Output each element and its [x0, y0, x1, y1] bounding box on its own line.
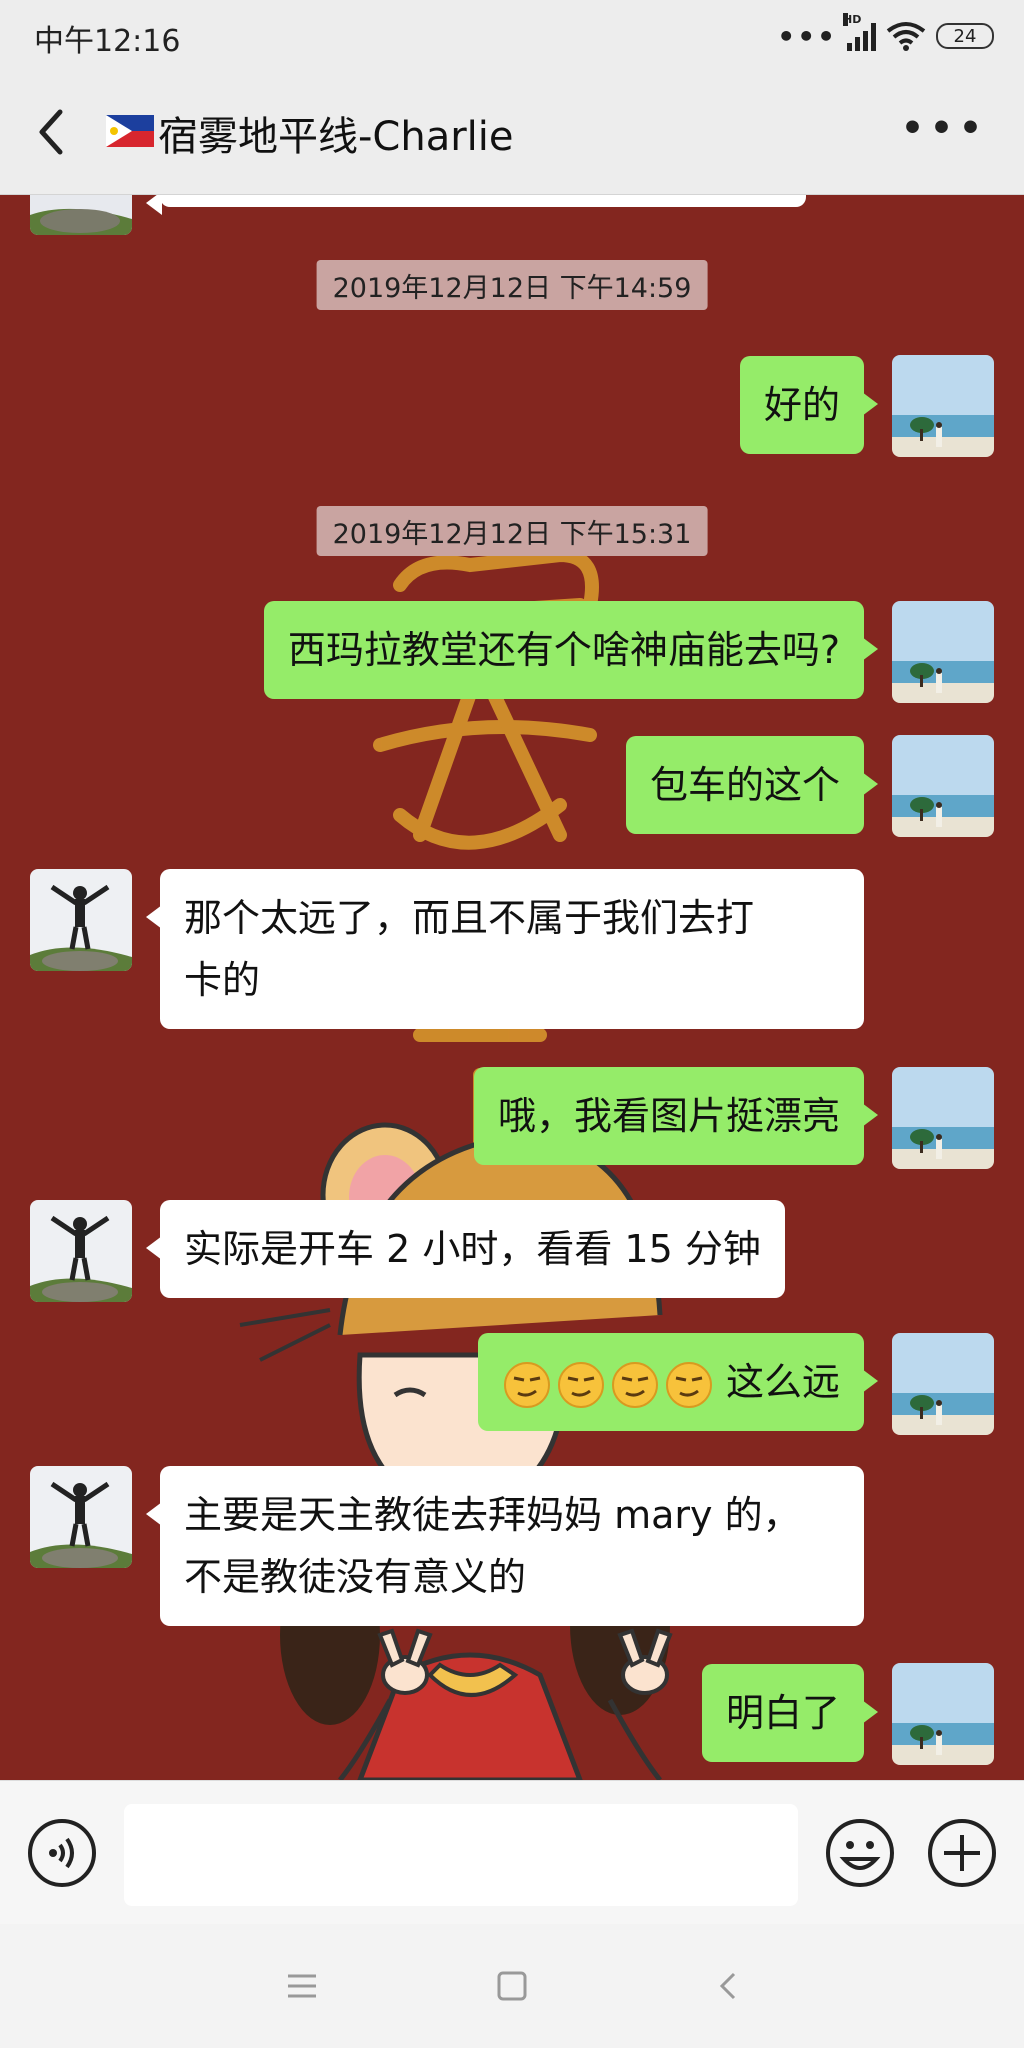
chat-area[interactable]: 2019年12月12日 下午14:59 好的 2019年12月12日 下午15:…: [0, 195, 1024, 1780]
timestamp: 2019年12月12日 下午14:59: [316, 260, 708, 310]
chat-bubble-mine[interactable]: 西玛拉教堂还有个啥神庙能去吗?: [263, 601, 879, 699]
message-text: 明白了: [725, 1691, 840, 1735]
message-line: 不是教徒没有意义的: [184, 1555, 527, 1599]
avatar-contact[interactable]: [30, 1200, 132, 1302]
plus-icon[interactable]: [926, 1817, 998, 1889]
avatar-mine[interactable]: [892, 1663, 994, 1765]
message-text: 包车的这个: [649, 763, 840, 807]
menu-icon[interactable]: [282, 1966, 322, 2006]
status-icons: ••• HD 24: [777, 13, 994, 58]
smirk-face-icon: [557, 1361, 604, 1408]
message-text: 这么远: [725, 1360, 840, 1404]
message-line: 卡的: [184, 958, 261, 1002]
input-bar: [0, 1780, 1024, 1925]
chat-bubble-contact[interactable]: 那个太远了，而且不属于我们去打 卡的: [146, 869, 864, 1029]
chat-bubble-mine[interactable]: 哦，我看图片挺漂亮: [473, 1067, 879, 1165]
emoji-icon[interactable]: [824, 1817, 896, 1889]
avatar-mine[interactable]: [892, 355, 994, 457]
message-text: 西玛拉教堂还有个啥神庙能去吗?: [287, 628, 840, 672]
chat-bubble-mine[interactable]: 好的: [739, 356, 879, 454]
battery-level: 24: [953, 25, 977, 47]
back-icon[interactable]: [708, 1966, 748, 2006]
network-label: HD: [843, 13, 862, 26]
avatar-mine[interactable]: [892, 1067, 994, 1169]
avatar-contact[interactable]: [30, 1466, 132, 1568]
chat-bubble-mine[interactable]: 这么远: [477, 1333, 879, 1431]
chat-bubble-contact[interactable]: 实际是开车 2 小时，看看 15 分钟: [146, 1200, 785, 1298]
home-square-icon[interactable]: [492, 1966, 532, 2006]
signal-icon: HD: [843, 13, 876, 51]
voice-icon[interactable]: [26, 1817, 98, 1889]
battery-icon: 24: [936, 23, 994, 49]
smirk-face-icon: [665, 1361, 712, 1408]
system-nav-bar: [0, 1924, 1024, 2048]
status-bar: 中午12:16 ••• HD 24: [0, 0, 1024, 72]
chat-bubble-partial: [146, 195, 806, 215]
philippines-flag-icon: [106, 115, 154, 147]
chat-bubble-contact[interactable]: 主要是天主教徒去拜妈妈 mary 的， 不是教徒没有意义的: [146, 1466, 864, 1626]
notification-dots-icon: •••: [777, 19, 837, 53]
more-icon[interactable]: •••: [901, 111, 988, 147]
smirk-face-icon: [503, 1361, 550, 1408]
message-line: 那个太远了，而且不属于我们去打: [184, 896, 755, 940]
message-input[interactable]: [124, 1804, 798, 1906]
message-line: 主要是天主教徒去拜妈妈 mary 的，: [184, 1493, 801, 1537]
avatar-mine[interactable]: [892, 601, 994, 703]
wifi-icon: [886, 22, 926, 51]
timestamp: 2019年12月12日 下午15:31: [316, 506, 708, 556]
avatar-contact[interactable]: [30, 869, 132, 971]
status-time: 中午12:16: [34, 24, 181, 59]
chat-bubble-mine[interactable]: 包车的这个: [625, 736, 879, 834]
message-text: 哦，我看图片挺漂亮: [497, 1094, 840, 1138]
emoji-group: [502, 1360, 714, 1410]
chat-header: 宿雾地平线-Charlie •••: [0, 72, 1024, 195]
avatar[interactable]: [30, 195, 132, 235]
message-text: 实际是开车 2 小时，看看 15 分钟: [184, 1227, 761, 1271]
avatar-mine[interactable]: [892, 1333, 994, 1435]
smirk-face-icon: [611, 1361, 658, 1408]
avatar-mine[interactable]: [892, 735, 994, 837]
chat-title: 宿雾地平线-Charlie: [158, 114, 514, 160]
chat-bubble-mine[interactable]: 明白了: [701, 1664, 879, 1762]
chevron-left-icon[interactable]: [30, 102, 74, 162]
message-text: 好的: [763, 383, 840, 427]
